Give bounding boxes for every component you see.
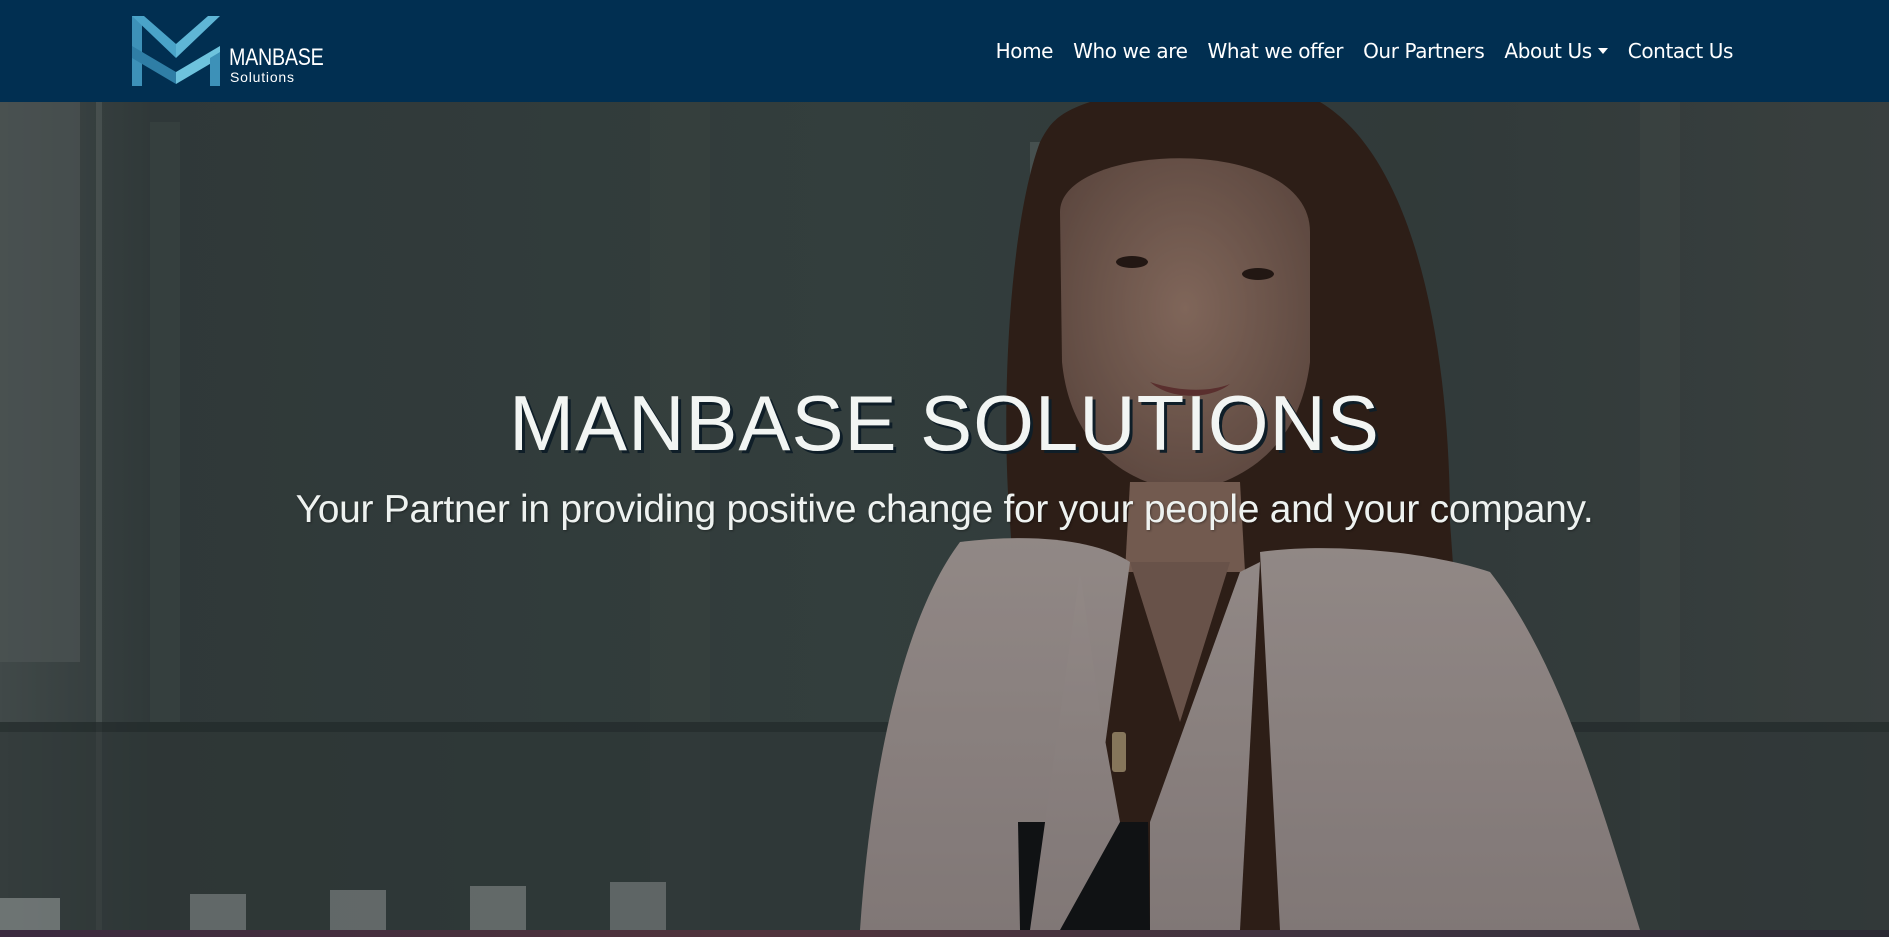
nav-link-what-we-offer[interactable]: What we offer xyxy=(1198,36,1354,66)
manbase-logo-icon xyxy=(132,16,220,86)
about-us-label: About Us xyxy=(1504,39,1592,63)
nav-link-who-we-are[interactable]: Who we are xyxy=(1063,36,1197,66)
logo-name: MANBASE xyxy=(229,44,324,71)
top-navbar: MANBASE Solutions Home Who we are What w… xyxy=(0,0,1889,102)
nav-item-home: Home xyxy=(986,36,1063,66)
nav-link-contact-us[interactable]: Contact Us xyxy=(1618,36,1743,66)
main-nav: Home Who we are What we offer Our Partne… xyxy=(986,36,1743,66)
hero-subtitle: Your Partner in providing positive chang… xyxy=(295,488,1594,531)
nav-link-our-partners[interactable]: Our Partners xyxy=(1353,36,1494,66)
nav-item-about-us: About Us xyxy=(1494,36,1617,66)
brand-logo[interactable]: MANBASE Solutions xyxy=(130,14,340,88)
hero-banner: MANBASE SOLUTIONS Your Partner in provid… xyxy=(0,102,1889,930)
hero-title: MANBASE SOLUTIONS xyxy=(509,379,1380,467)
nav-item-contact-us: Contact Us xyxy=(1618,36,1743,66)
logo-tagline: Solutions xyxy=(230,69,295,85)
nav-link-home[interactable]: Home xyxy=(986,36,1063,66)
nav-link-about-us-dropdown[interactable]: About Us xyxy=(1494,36,1617,66)
nav-item-who-we-are: Who we are xyxy=(1063,36,1197,66)
caret-down-icon xyxy=(1597,48,1608,54)
next-section-edge xyxy=(0,930,1889,937)
nav-item-what-we-offer: What we offer xyxy=(1198,36,1354,66)
nav-item-our-partners: Our Partners xyxy=(1353,36,1494,66)
